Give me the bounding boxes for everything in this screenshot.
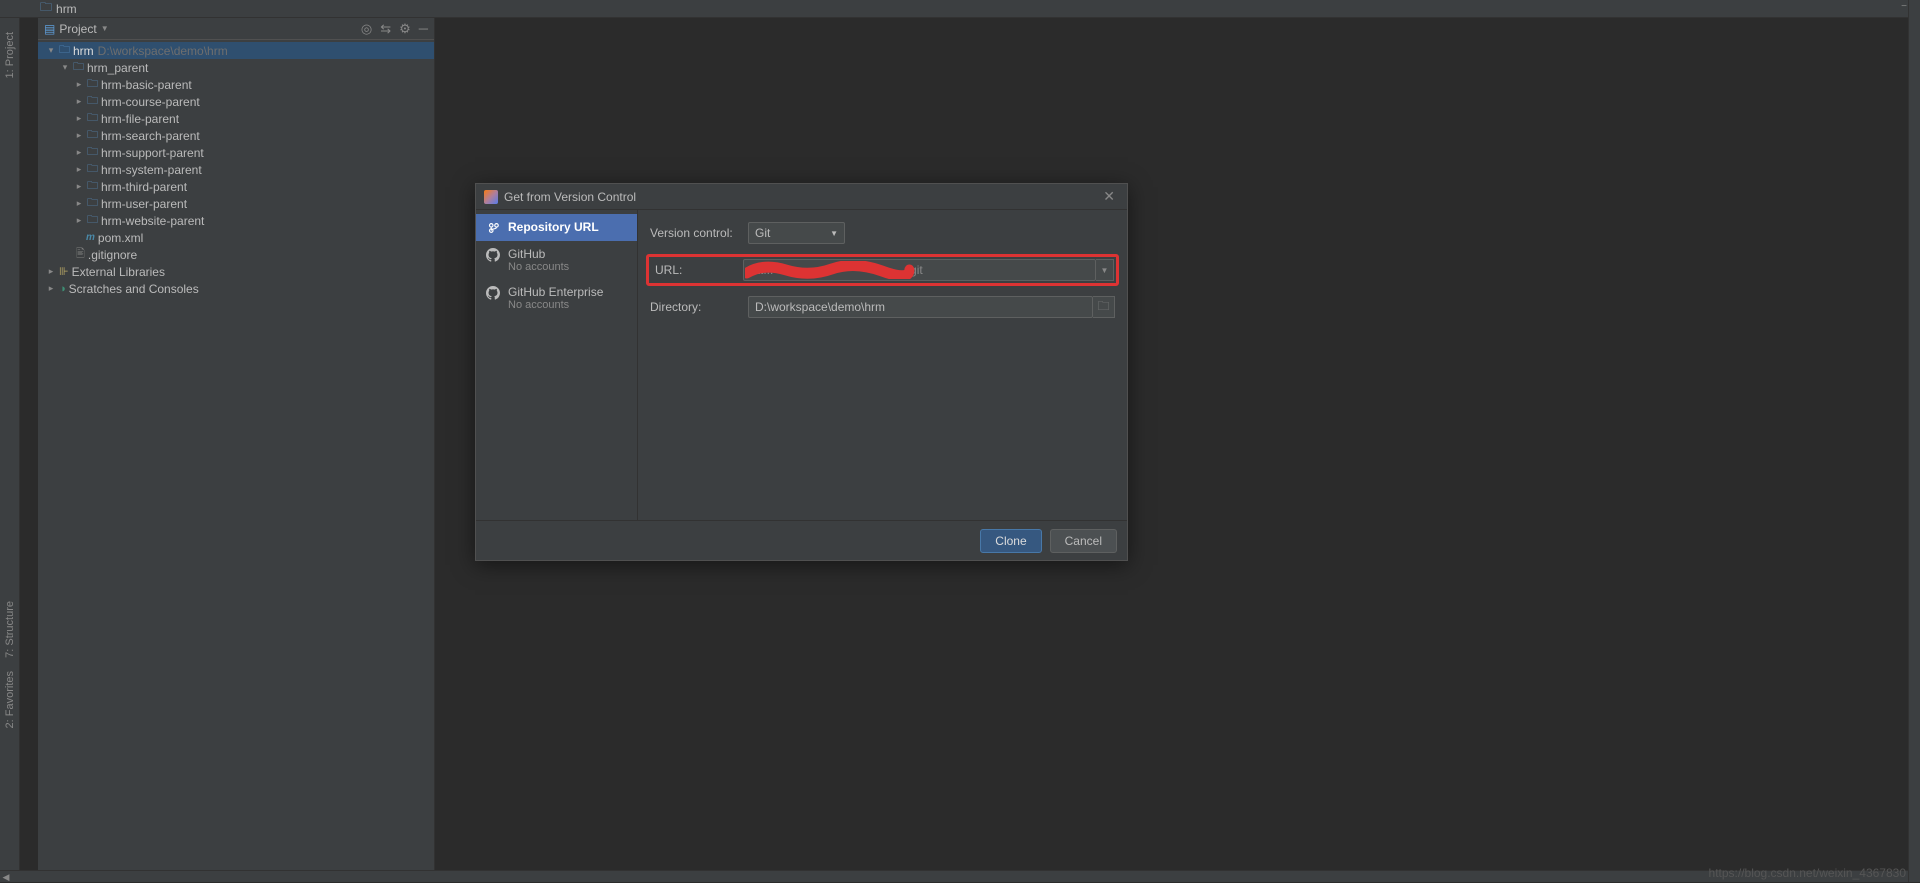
cancel-button[interactable]: Cancel (1050, 529, 1117, 553)
github-icon (486, 286, 500, 300)
tree-node-module[interactable]: ▸🗀hrm-system-parent (38, 161, 434, 178)
browse-directory-button[interactable]: 🗀 (1093, 296, 1115, 318)
version-control-select[interactable]: Git ▼ (748, 222, 845, 244)
bottom-scrollbar[interactable]: ◀ (0, 870, 1908, 882)
tree-node-module[interactable]: ▸🗀hrm-website-parent (38, 212, 434, 229)
gutter-tab-favorites[interactable]: 2: Favorites (2, 667, 18, 732)
chevron-right-icon[interactable]: ▸ (74, 215, 84, 226)
tree-node-scratches[interactable]: ▸ ◑ Scratches and Consoles (38, 280, 434, 297)
chevron-right-icon[interactable]: ▸ (46, 283, 56, 294)
maven-icon: m (86, 232, 95, 243)
breadcrumb-root: hrm (56, 2, 77, 16)
chevron-down-icon: ▼ (101, 24, 109, 33)
chevron-right-icon[interactable]: ▸ (74, 79, 84, 90)
chevron-right-icon[interactable]: ▸ (74, 130, 84, 141)
file-icon: 🖹 (76, 245, 85, 264)
project-icon: ▤ (44, 22, 55, 36)
left-tool-gutter: 1: Project 7: Structure 2: Favorites (0, 18, 20, 882)
directory-input[interactable] (748, 296, 1093, 318)
directory-label: Directory: (650, 300, 740, 314)
intellij-icon (484, 190, 498, 204)
chevron-right-icon[interactable]: ▸ (74, 198, 84, 209)
chevron-right-icon[interactable]: ▸ (74, 147, 84, 158)
tree-node-pom[interactable]: m pom.xml (38, 229, 434, 246)
tree-node-module[interactable]: ▸🗀hrm-course-parent (38, 93, 434, 110)
tree-node-module[interactable]: ▸🗀hrm-basic-parent (38, 76, 434, 93)
url-history-dropdown[interactable]: ▼ (1096, 259, 1114, 281)
minimize-icon[interactable]: − (1900, 0, 1908, 12)
dialog-title: Get from Version Control (504, 190, 636, 204)
get-from-vcs-dialog: Get from Version Control ✕ Repository UR… (475, 183, 1128, 561)
chevron-down-icon[interactable]: ▾ (46, 45, 56, 56)
gutter-tab-structure[interactable]: 7: Structure (2, 597, 18, 662)
dialog-main: Version control: Git ▼ URL: ▼ (638, 210, 1127, 520)
scratch-icon: ◑ (59, 283, 66, 295)
chevron-right-icon[interactable]: ▸ (74, 113, 84, 124)
project-view-selector[interactable]: ▤ Project ▼ (44, 22, 109, 36)
chevron-down-icon: ▼ (830, 229, 838, 238)
tree-node-root[interactable]: ▾ 🗀 hrmD:\workspace\demo\hrm (38, 42, 434, 59)
chevron-right-icon[interactable]: ▸ (46, 266, 56, 277)
module-label: hrm-basic-parent (101, 78, 192, 92)
library-icon: ⊪ (59, 265, 69, 278)
module-label: hrm-course-parent (101, 95, 200, 109)
scroll-left-icon[interactable]: ◀ (0, 871, 12, 882)
dialog-footer: Clone Cancel (476, 520, 1127, 560)
module-label: hrm-third-parent (101, 180, 187, 194)
tree-node-module[interactable]: ▸🗀hrm-support-parent (38, 144, 434, 161)
chevron-right-icon[interactable]: ▸ (74, 181, 84, 192)
tree-node-module[interactable]: ▸🗀hrm-search-parent (38, 127, 434, 144)
locate-icon[interactable]: ◎ (361, 21, 372, 37)
chevron-right-icon[interactable]: ▸ (74, 164, 84, 175)
tree-node-external-libs[interactable]: ▸ ⊪ External Libraries (38, 263, 434, 280)
module-label: hrm-file-parent (101, 112, 179, 126)
chevron-right-icon[interactable]: ▸ (74, 96, 84, 107)
chevron-down-icon[interactable]: ▾ (60, 62, 70, 73)
tree-node-module[interactable]: ▸🗀hrm-user-parent (38, 195, 434, 212)
project-tree[interactable]: ▾ 🗀 hrmD:\workspace\demo\hrm ▾ 🗀 hrm_par… (38, 40, 434, 299)
tree-node-parent[interactable]: ▾ 🗀 hrm_parent (38, 59, 434, 76)
dialog-sidebar: Repository URL GitHub No accounts GitHub… (476, 210, 638, 520)
module-icon: 🗀 (59, 41, 70, 60)
watermark-text: https://blog.csdn.net/weixin_4367830 (1709, 866, 1906, 880)
url-input[interactable] (743, 259, 1096, 281)
module-label: hrm-support-parent (101, 146, 204, 160)
branch-icon (486, 221, 500, 235)
breadcrumb[interactable]: 🗀 hrm (0, 0, 1920, 18)
close-icon[interactable]: ✕ (1099, 188, 1119, 205)
tree-node-gitignore[interactable]: 🖹 .gitignore (38, 246, 434, 263)
sidebar-item-github-enterprise[interactable]: GitHub Enterprise No accounts (476, 279, 637, 317)
tree-node-module[interactable]: ▸🗀hrm-file-parent (38, 110, 434, 127)
version-control-label: Version control: (650, 226, 740, 240)
sidebar-item-repository-url[interactable]: Repository URL (476, 214, 637, 241)
folder-icon: 🗀 (73, 58, 84, 77)
module-label: hrm-search-parent (101, 129, 200, 143)
right-tool-gutter (1908, 0, 1920, 882)
module-label: hrm-system-parent (101, 163, 202, 177)
folder-icon: 🗀 (87, 211, 98, 230)
project-tool-window: ▤ Project ▼ ◎ ⇆ ⚙ ─ ▾ 🗀 hrmD:\workspace\… (38, 18, 435, 870)
gear-icon[interactable]: ⚙ (399, 21, 411, 37)
url-row-highlight: URL: ▼ (646, 254, 1119, 286)
url-label: URL: (651, 263, 735, 277)
module-label: hrm-user-parent (101, 197, 187, 211)
dialog-titlebar[interactable]: Get from Version Control ✕ (476, 184, 1127, 210)
sidebar-item-github[interactable]: GitHub No accounts (476, 241, 637, 279)
clone-button[interactable]: Clone (980, 529, 1041, 553)
gutter-tab-project[interactable]: 1: Project (2, 28, 18, 82)
module-label: hrm-website-parent (101, 214, 204, 228)
project-header: ▤ Project ▼ ◎ ⇆ ⚙ ─ (38, 18, 434, 40)
hide-icon[interactable]: ─ (419, 21, 428, 37)
folder-icon: 🗀 (40, 0, 52, 19)
expand-icon[interactable]: ⇆ (380, 21, 391, 37)
github-icon (486, 248, 500, 262)
tree-node-module[interactable]: ▸🗀hrm-third-parent (38, 178, 434, 195)
